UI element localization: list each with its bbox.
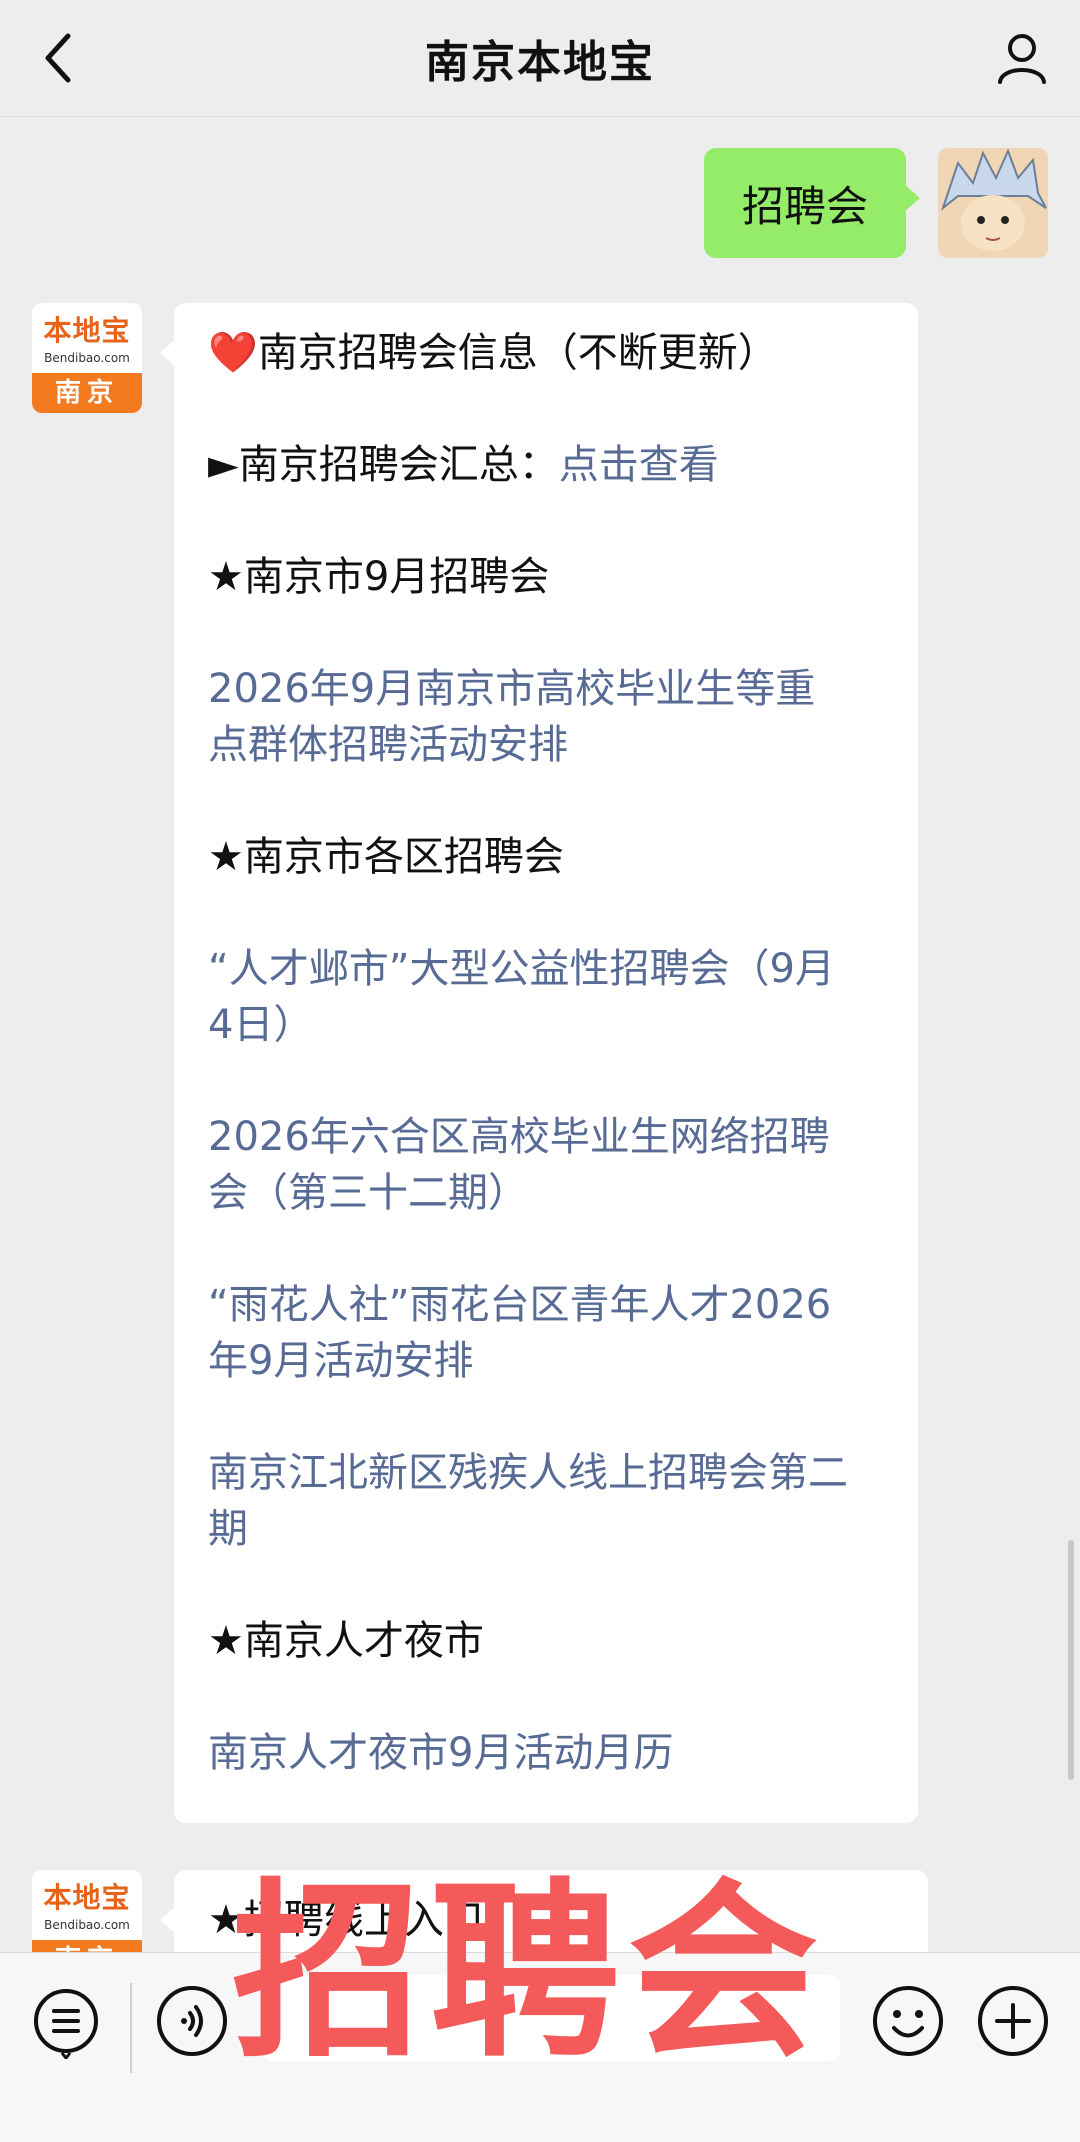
profile-icon[interactable] xyxy=(992,28,1052,88)
section-heading-districts: ★南京市各区招聘会 xyxy=(208,834,564,880)
heart-icon: ❤️ xyxy=(208,330,258,376)
overlay-caption: 招聘会 xyxy=(232,1862,827,2083)
link-graduate-events[interactable]: 2026年9月南京市高校毕业生等重点群体招聘活动安排 xyxy=(208,661,848,773)
logo-sub-text: Bendibao.com xyxy=(44,1918,130,1932)
link-luhe-online-fair[interactable]: 2026年六合区高校毕业生网络招聘会（第三十二期） xyxy=(208,1109,848,1221)
link-talent-fair[interactable]: “人才邺市”大型公益性招聘会（9月4日） xyxy=(208,941,848,1053)
link-night-market-calendar[interactable]: 南京人才夜市9月活动月历 xyxy=(208,1725,848,1781)
user-avatar[interactable] xyxy=(938,148,1048,258)
summary-line: ►南京招聘会汇总：点击查看 xyxy=(208,442,719,488)
menu-icon[interactable] xyxy=(28,1983,104,2061)
link-yuhua-events[interactable]: “雨花人社”雨花台区青年人才2026年9月活动安排 xyxy=(208,1277,848,1389)
user-message-bubble[interactable]: 招聘会 xyxy=(704,148,920,258)
voice-icon[interactable] xyxy=(154,1983,230,2059)
plus-icon[interactable] xyxy=(975,1983,1051,2059)
bot-avatar[interactable]: 本地宝 Bendibao.com 南京 xyxy=(32,303,142,413)
section-heading-night-market: ★南京人才夜市 xyxy=(208,1618,484,1664)
divider xyxy=(130,1983,132,2073)
logo-city-text: 南京 xyxy=(32,373,142,413)
logo-main-text: 本地宝 xyxy=(43,1881,131,1914)
message-title: ❤️南京招聘会信息（不断更新） xyxy=(208,330,778,376)
bot-message-bubble: ❤️南京招聘会信息（不断更新） ►南京招聘会汇总：点击查看 ★南京市9月招聘会 … xyxy=(160,303,918,1823)
top-bar: 南京本地宝 xyxy=(0,0,1080,117)
chat-title: 南京本地宝 xyxy=(425,37,655,88)
emoji-icon[interactable] xyxy=(870,1983,946,2059)
user-message-text: 招聘会 xyxy=(741,181,868,231)
section-heading-september: ★南京市9月招聘会 xyxy=(208,554,550,600)
link-jiangbei-fair[interactable]: 南京江北新区残疾人线上招聘会第二期 xyxy=(208,1445,848,1557)
view-link[interactable]: 点击查看 xyxy=(559,442,719,488)
logo-main-text: 本地宝 xyxy=(43,314,131,347)
logo-sub-text: Bendibao.com xyxy=(44,351,130,365)
scrollbar[interactable] xyxy=(1068,1540,1074,1780)
